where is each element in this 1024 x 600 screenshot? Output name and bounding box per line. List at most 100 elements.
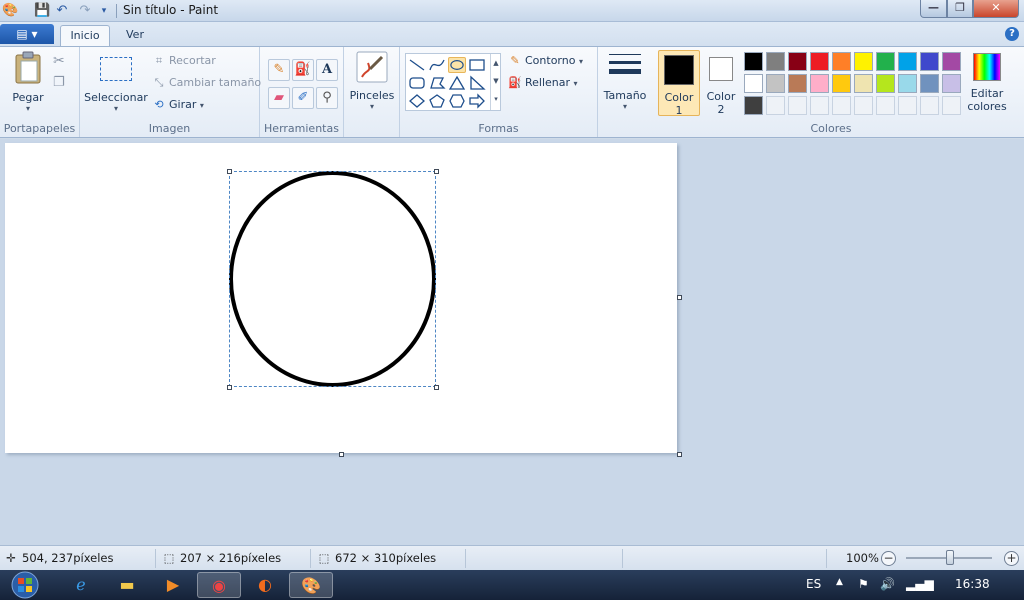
- shape-selection-box[interactable]: [229, 171, 436, 387]
- palette-color-swatch[interactable]: [920, 74, 939, 93]
- zoom-out-icon[interactable]: −: [881, 551, 896, 566]
- palette-color-swatch[interactable]: [766, 74, 785, 93]
- line-shape-icon[interactable]: [408, 57, 426, 73]
- outline-button[interactable]: ✎ Contorno ▾: [508, 52, 583, 70]
- redo-icon[interactable]: ↷: [77, 3, 93, 19]
- eraser-icon[interactable]: ▰: [268, 87, 290, 109]
- crop-button[interactable]: ⌗ Recortar: [152, 52, 216, 70]
- palette-color-swatch[interactable]: [744, 96, 763, 115]
- edit-colors-button[interactable]: Editar colores: [964, 50, 1010, 113]
- file-menu-button[interactable]: ▤ ▾: [0, 24, 54, 44]
- fill-button[interactable]: ⛽ Rellenar ▾: [508, 74, 577, 92]
- tab-inicio[interactable]: Inicio: [60, 25, 110, 46]
- text-icon[interactable]: A: [316, 59, 338, 81]
- palette-color-swatch[interactable]: [810, 74, 829, 93]
- palette-color-swatch[interactable]: [744, 74, 763, 93]
- color1-button[interactable]: Color 1: [658, 50, 700, 117]
- selection-handle[interactable]: [227, 169, 232, 174]
- palette-empty-swatch[interactable]: [898, 96, 917, 115]
- palette-color-swatch[interactable]: [942, 52, 961, 71]
- volume-icon[interactable]: 🔊: [880, 577, 895, 591]
- palette-color-swatch[interactable]: [766, 52, 785, 71]
- palette-color-swatch[interactable]: [854, 52, 873, 71]
- palette-empty-swatch[interactable]: [920, 96, 939, 115]
- palette-color-swatch[interactable]: [898, 74, 917, 93]
- resize-button[interactable]: ⤡ Cambiar tamaño: [152, 74, 262, 92]
- palette-color-swatch[interactable]: [854, 74, 873, 93]
- palette-color-swatch[interactable]: [920, 52, 939, 71]
- firefox-icon[interactable]: ◐: [243, 572, 287, 598]
- size-button[interactable]: Tamaño ▾: [600, 51, 650, 111]
- media-player-icon[interactable]: ▶: [151, 572, 195, 598]
- curve-shape-icon[interactable]: [428, 57, 446, 73]
- right-triangle-shape-icon[interactable]: [468, 75, 486, 91]
- canvas-resize-handle-corner[interactable]: [677, 452, 682, 457]
- oval-shape-icon[interactable]: [448, 57, 466, 73]
- magnifier-icon[interactable]: ⚲: [316, 87, 338, 109]
- clock[interactable]: 16:38: [955, 577, 990, 591]
- palette-color-swatch[interactable]: [942, 74, 961, 93]
- selection-handle[interactable]: [227, 385, 232, 390]
- drawing-canvas[interactable]: [5, 143, 677, 453]
- undo-icon[interactable]: ↶: [54, 3, 70, 19]
- rotate-button[interactable]: ⟲ Girar ▾: [152, 96, 204, 114]
- rectangle-shape-icon[interactable]: [468, 57, 486, 73]
- show-hidden-icons-icon[interactable]: ▲: [836, 577, 843, 587]
- close-button[interactable]: ✕: [973, 0, 1019, 18]
- copy-icon[interactable]: ❐: [53, 75, 65, 90]
- cut-icon[interactable]: ✂: [53, 53, 65, 69]
- language-indicator[interactable]: ES: [806, 577, 821, 591]
- selection-handle[interactable]: [434, 169, 439, 174]
- pencil-icon[interactable]: ✎: [268, 59, 290, 81]
- palette-empty-swatch[interactable]: [942, 96, 961, 115]
- select-button[interactable]: Seleccionar ▾: [84, 51, 148, 113]
- zoom-slider-thumb[interactable]: [946, 550, 954, 565]
- zoom-in-icon[interactable]: +: [1004, 551, 1019, 566]
- help-icon[interactable]: ?: [1005, 27, 1019, 41]
- canvas-resize-handle-bottom[interactable]: [339, 452, 344, 457]
- shapes-scroll[interactable]: ▲ ▼ ▾: [490, 54, 501, 110]
- paint-app-icon[interactable]: 🎨: [2, 3, 18, 19]
- palette-color-swatch[interactable]: [898, 52, 917, 71]
- palette-empty-swatch[interactable]: [810, 96, 829, 115]
- palette-empty-swatch[interactable]: [788, 96, 807, 115]
- network-icon[interactable]: ▂▄▆: [906, 577, 934, 591]
- palette-color-swatch[interactable]: [832, 52, 851, 71]
- save-icon[interactable]: 💾: [34, 3, 50, 19]
- customize-quick-access-icon[interactable]: ▾: [96, 3, 112, 19]
- paint-taskbar-icon[interactable]: 🎨: [289, 572, 333, 598]
- palette-empty-swatch[interactable]: [876, 96, 895, 115]
- file-explorer-icon[interactable]: ▬: [105, 572, 149, 598]
- action-center-icon[interactable]: ⚑: [858, 577, 869, 591]
- color2-button[interactable]: Color 2: [702, 50, 740, 116]
- canvas-resize-handle-right[interactable]: [677, 295, 682, 300]
- hexagon-shape-icon[interactable]: [448, 93, 466, 109]
- rounded-rect-shape-icon[interactable]: [408, 75, 426, 91]
- internet-explorer-icon[interactable]: ℯ: [59, 572, 103, 598]
- palette-empty-swatch[interactable]: [854, 96, 873, 115]
- right-arrow-shape-icon[interactable]: [468, 93, 486, 109]
- palette-color-swatch[interactable]: [788, 52, 807, 71]
- selection-handle[interactable]: [434, 385, 439, 390]
- palette-color-swatch[interactable]: [788, 74, 807, 93]
- tab-ver[interactable]: Ver: [116, 25, 154, 46]
- polygon-shape-icon[interactable]: [428, 75, 446, 91]
- pentagon-shape-icon[interactable]: [428, 93, 446, 109]
- palette-empty-swatch[interactable]: [766, 96, 785, 115]
- triangle-shape-icon[interactable]: [448, 75, 466, 91]
- paste-button[interactable]: Pegar ▾: [6, 51, 50, 113]
- maximize-button[interactable]: ❐: [947, 0, 973, 18]
- palette-color-swatch[interactable]: [876, 74, 895, 93]
- palette-empty-swatch[interactable]: [832, 96, 851, 115]
- palette-color-swatch[interactable]: [810, 52, 829, 71]
- windows-start-icon[interactable]: [6, 570, 44, 600]
- palette-color-swatch[interactable]: [832, 74, 851, 93]
- brushes-button[interactable]: Pinceles ▾: [348, 51, 396, 111]
- fill-bucket-icon[interactable]: ⛽: [292, 59, 314, 81]
- chrome-icon[interactable]: ◉: [197, 572, 241, 598]
- palette-color-swatch[interactable]: [876, 52, 895, 71]
- diamond-shape-icon[interactable]: [408, 93, 426, 109]
- palette-color-swatch[interactable]: [744, 52, 763, 71]
- color-picker-icon[interactable]: ✐: [292, 87, 314, 109]
- minimize-button[interactable]: —: [920, 0, 947, 18]
